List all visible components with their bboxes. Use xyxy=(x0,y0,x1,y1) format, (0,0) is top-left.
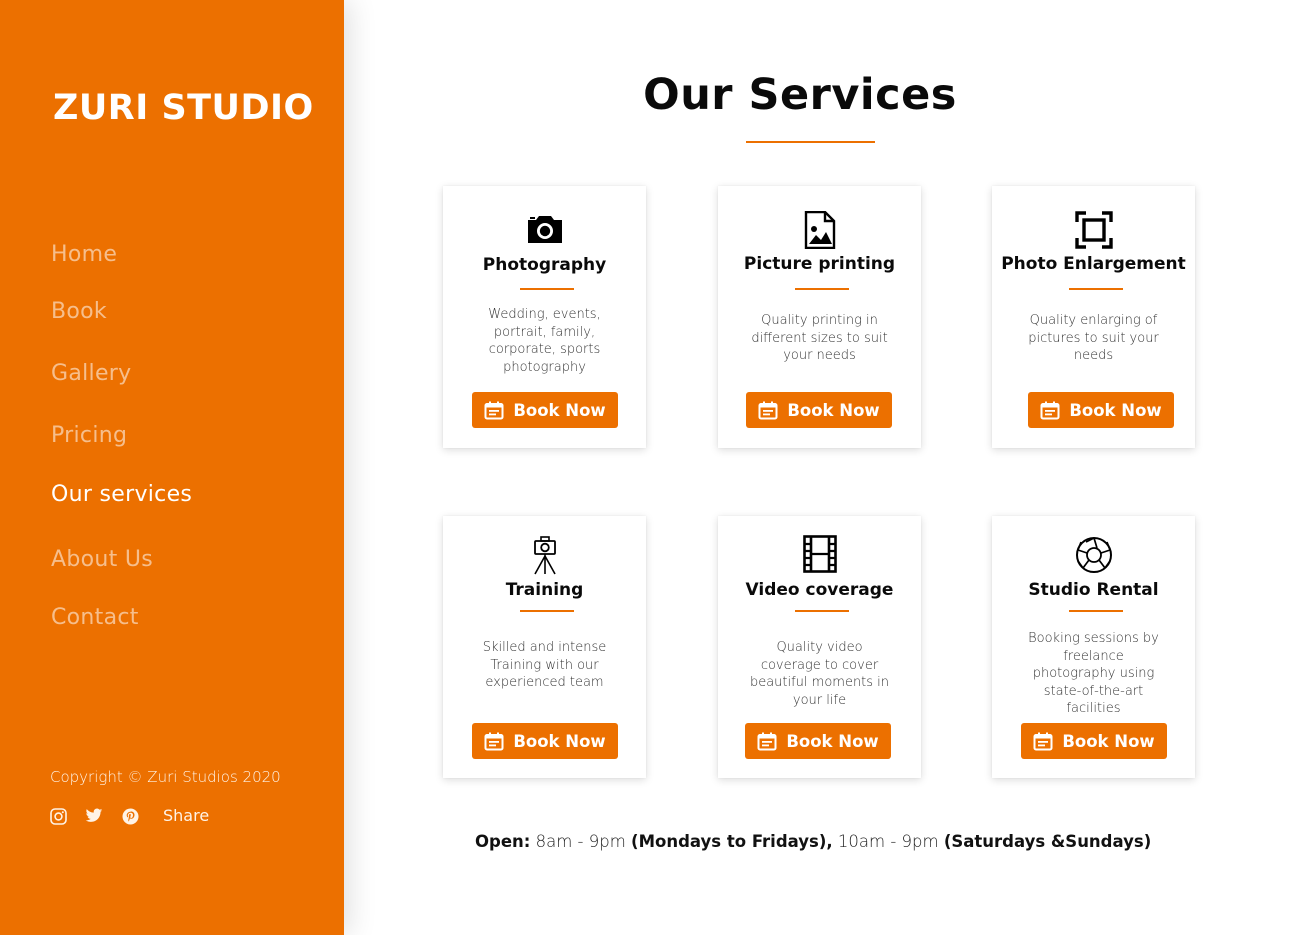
service-description: Wedding, events, portrait, family, corpo… xyxy=(488,307,601,375)
service-title: Studio Rental xyxy=(1028,580,1159,600)
service-card-video-coverage: Video coverage Quality video coverage to… xyxy=(718,516,921,778)
nav-item-book[interactable]: Book xyxy=(51,299,107,324)
calendar-icon xyxy=(1033,732,1053,750)
calendar-icon xyxy=(484,401,504,419)
service-description: Quality printing in different sizes to s… xyxy=(751,313,888,363)
service-card-photo-enlargement: Photo Enlargement Quality enlarging of p… xyxy=(992,186,1195,448)
book-now-label: Book Now xyxy=(787,400,880,420)
service-description: Skilled and intense Training with our ex… xyxy=(482,640,607,690)
book-now-button[interactable]: Book Now xyxy=(1021,723,1167,759)
book-now-label: Book Now xyxy=(513,731,606,751)
service-description: Quality enlarging of pictures to suit yo… xyxy=(1028,313,1159,363)
service-description: Booking sessions by freelance photograph… xyxy=(1028,631,1159,716)
twitter-icon[interactable] xyxy=(85,806,103,826)
book-now-label: Book Now xyxy=(786,731,879,751)
film-strip-icon xyxy=(718,535,921,573)
service-underline xyxy=(1069,288,1123,290)
weekend-hours: 10am - 9pm xyxy=(837,832,939,851)
service-underline xyxy=(520,288,574,290)
service-title: Photo Enlargement xyxy=(1001,254,1186,274)
weekday-hours: 8am - 9pm xyxy=(535,832,626,851)
aperture-icon xyxy=(992,536,1195,574)
copyright-text: Copyright © Zuri Studios 2020 xyxy=(50,768,281,786)
service-card-picture-printing: Picture printing Quality printing in dif… xyxy=(718,186,921,448)
book-now-button[interactable]: Book Now xyxy=(472,723,618,759)
calendar-icon xyxy=(484,732,504,750)
service-title: Picture printing xyxy=(743,254,896,274)
service-underline xyxy=(795,288,849,290)
nav-item-gallery[interactable]: Gallery xyxy=(51,361,131,386)
service-card-training: Training Skilled and intense Training wi… xyxy=(443,516,646,778)
service-title: Photography xyxy=(482,255,607,275)
service-card-photography: Photography Wedding, events, portrait, f… xyxy=(443,186,646,448)
calendar-icon xyxy=(758,401,778,419)
share-link[interactable]: Share xyxy=(163,806,209,825)
weekend-days: (Saturdays &Sundays) xyxy=(943,832,1152,851)
weekday-days: (Mondays to Fridays), xyxy=(631,832,833,851)
open-label: Open: xyxy=(475,832,531,851)
service-underline xyxy=(795,610,849,612)
calendar-icon xyxy=(757,732,777,750)
nav-item-contact[interactable]: Contact xyxy=(51,605,139,630)
tripod-camera-icon xyxy=(443,535,646,575)
sidebar: ZURI STUDIO Home Book Gallery Pricing Ou… xyxy=(0,0,344,935)
brand-logo[interactable]: ZURI STUDIO xyxy=(53,88,314,128)
enlarge-frame-icon xyxy=(992,211,1195,249)
nav-item-about-us[interactable]: About Us xyxy=(51,547,153,572)
book-now-label: Book Now xyxy=(1062,731,1155,751)
opening-hours: Open: 8am - 9pm (Mondays to Fridays), 10… xyxy=(475,832,1151,851)
camera-icon xyxy=(443,214,646,244)
nav-item-pricing[interactable]: Pricing xyxy=(51,423,127,448)
book-now-button[interactable]: Book Now xyxy=(1028,392,1174,428)
nav-item-home[interactable]: Home xyxy=(51,242,117,267)
service-title: Video coverage xyxy=(745,580,894,600)
service-description: Quality video coverage to cover beautifu… xyxy=(749,640,890,708)
service-card-studio-rental: Studio Rental Booking sessions by freela… xyxy=(992,516,1195,778)
service-title: Training xyxy=(505,580,584,600)
nav-item-our-services[interactable]: Our services xyxy=(51,482,192,507)
pinterest-icon[interactable] xyxy=(122,806,139,826)
page-title: Our Services xyxy=(643,70,957,120)
instagram-icon[interactable] xyxy=(50,806,67,826)
book-now-button[interactable]: Book Now xyxy=(746,392,892,428)
title-underline xyxy=(746,141,875,143)
book-now-button[interactable]: Book Now xyxy=(745,723,891,759)
service-underline xyxy=(520,610,574,612)
book-now-label: Book Now xyxy=(513,400,606,420)
service-underline xyxy=(1069,610,1123,612)
image-file-icon xyxy=(718,211,921,249)
calendar-icon xyxy=(1040,401,1060,419)
book-now-button[interactable]: Book Now xyxy=(472,392,618,428)
book-now-label: Book Now xyxy=(1069,400,1162,420)
